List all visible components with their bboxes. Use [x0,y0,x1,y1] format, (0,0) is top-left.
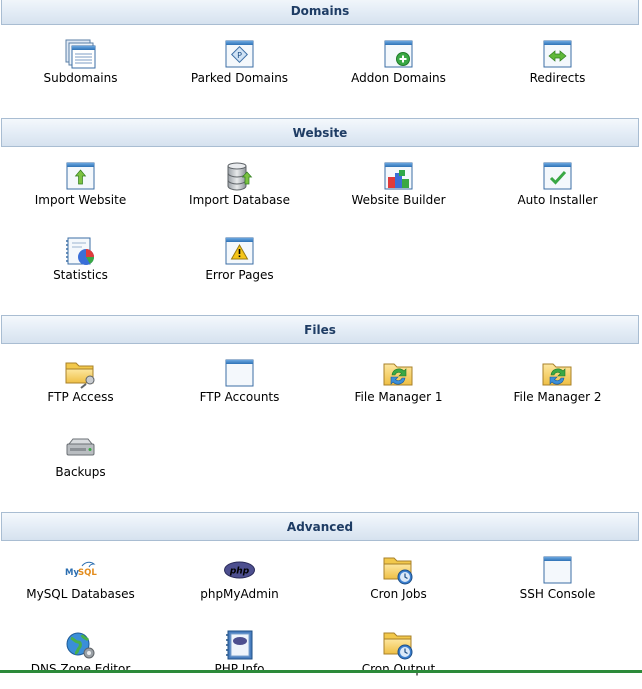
item-label: FTP Access [47,390,114,404]
section-title: Files [304,323,336,337]
item-label: FTP Accounts [199,390,280,404]
svg-text:SQL: SQL [78,568,97,578]
ftp-access-link[interactable]: FTP Access [1,357,160,417]
item-label: DNS Zone Editor [30,662,131,676]
phpmyadmin-icon: php [223,554,256,587]
item-label: File Manager 1 [354,390,443,404]
item-label: Parked Domains [190,71,289,85]
addon-domains-icon [382,38,415,71]
ftp-access-icon [64,357,97,390]
file-manager-icon [382,357,415,390]
item-label: Website Builder [351,193,446,207]
mysql-databases-link[interactable]: My SQL MySQL Databases [1,554,160,614]
import-website-icon [64,160,97,193]
auto-installer-link[interactable]: Auto Installer [478,160,637,220]
file-manager-icon [541,357,574,390]
section-header-files: Files [1,315,639,344]
section-header-website: Website [1,118,639,147]
ftp-accounts-icon [223,357,256,390]
mysql-icon: My SQL [64,554,97,587]
section-header-domains: Domains [1,0,639,25]
item-label: Statistics [53,268,108,282]
redirects-link[interactable]: Redirects [478,38,637,98]
statistics-icon [64,235,97,268]
item-label: File Manager 2 [513,390,602,404]
backups-link[interactable]: Backups [1,432,160,492]
addon-domains-link[interactable]: Addon Domains [319,38,478,98]
statistics-link[interactable]: Statistics [1,235,160,295]
error-pages-icon [223,235,256,268]
subdomains-icon [64,38,97,71]
parked-domains-icon: P [223,38,256,71]
dns-zone-editor-icon [64,629,97,662]
svg-text:php: php [229,567,250,577]
item-label: Import Database [189,193,290,207]
item-label: SSH Console [519,587,596,601]
subdomains-link[interactable]: Subdomains [1,38,160,98]
php-info-icon [223,629,256,662]
cron-jobs-link[interactable]: Cron Jobs [319,554,478,614]
dns-zone-editor-link[interactable]: DNS Zone Editor [1,629,160,689]
item-label: Subdomains [43,71,118,85]
ssh-console-icon [541,554,574,587]
item-label: Backups [55,465,106,479]
item-label: phpMyAdmin [200,587,279,601]
ftp-accounts-link[interactable]: FTP Accounts [160,357,319,417]
section-title: Domains [290,4,350,18]
website-builder-link[interactable]: Website Builder [319,160,478,220]
item-label: Redirects [529,71,586,85]
item-label: Auto Installer [517,193,598,207]
item-label: MySQL Databases [26,587,135,601]
item-label: Addon Domains [351,71,446,85]
parked-domains-link[interactable]: P Parked Domains [160,38,319,98]
section-header-advanced: Advanced [1,512,639,541]
file-manager-2-link[interactable]: File Manager 2 [478,357,637,417]
website-builder-icon [382,160,415,193]
item-label: Cron Jobs [370,587,427,601]
cron-output-icon [382,629,415,662]
import-database-icon [223,160,256,193]
file-manager-1-link[interactable]: File Manager 1 [319,357,478,417]
section-title: Advanced [286,520,354,534]
cron-jobs-icon [382,554,415,587]
section-title: Website [292,126,348,140]
item-label: Cron Output [361,662,436,676]
import-website-link[interactable]: Import Website [1,160,160,220]
item-label: Import Website [34,193,127,207]
item-label: Error Pages [205,268,274,282]
phpmyadmin-link[interactable]: php phpMyAdmin [160,554,319,614]
redirects-icon [541,38,574,71]
svg-text:P: P [237,51,242,60]
cron-output-link[interactable]: Cron Output [319,629,478,689]
ssh-console-link[interactable]: SSH Console [478,554,637,614]
php-info-link[interactable]: PHP Info [160,629,319,689]
error-pages-link[interactable]: Error Pages [160,235,319,295]
item-label: PHP Info [214,662,265,676]
backups-icon [64,432,97,465]
auto-installer-icon [541,160,574,193]
import-database-link[interactable]: Import Database [160,160,319,220]
